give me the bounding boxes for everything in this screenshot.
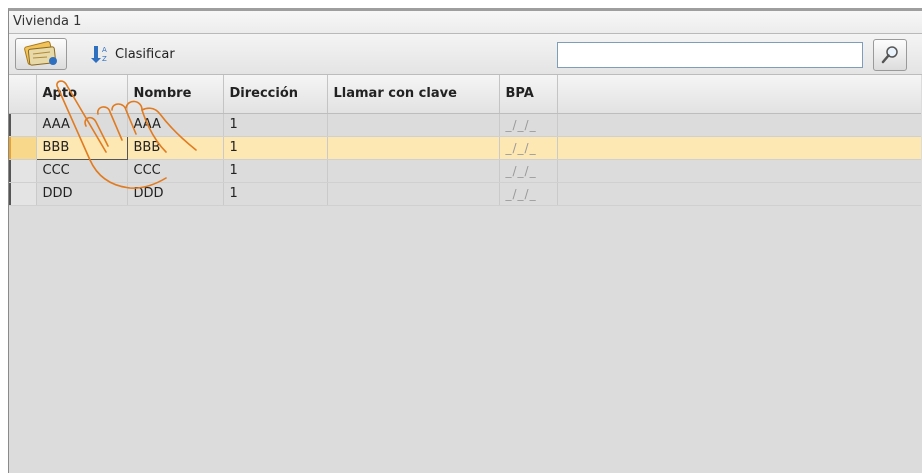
residence-panel: Vivienda 1 A Z Clasificar Apto Nombre Di…	[8, 8, 922, 473]
magnifier-icon	[881, 46, 898, 64]
column-header-direccion[interactable]: Dirección	[223, 75, 328, 114]
row-selector[interactable]	[9, 182, 37, 206]
cell-nombre[interactable]: CCC	[127, 159, 224, 183]
column-header-nombre[interactable]: Nombre	[127, 75, 224, 114]
cell-llamar-con-clave[interactable]	[327, 182, 500, 206]
svg-text:Z: Z	[102, 55, 107, 63]
cell-bpa[interactable]: _/_/_	[499, 136, 558, 160]
row-selector[interactable]	[9, 113, 37, 137]
cell-direccion[interactable]: 1	[223, 113, 328, 137]
residents-table: Apto Nombre Dirección Llamar con clave B…	[9, 75, 921, 206]
sort-az-icon: A Z	[91, 46, 107, 63]
cell-llamar-con-clave[interactable]	[327, 113, 500, 137]
cell-apto[interactable]: CCC	[36, 159, 128, 183]
column-header-filler	[557, 75, 921, 114]
cell-direccion[interactable]: 1	[223, 159, 328, 183]
column-header-llamar-con-clave[interactable]: Llamar con clave	[327, 75, 500, 114]
cell-direccion[interactable]: 1	[223, 136, 328, 160]
cell-direccion[interactable]: 1	[223, 182, 328, 206]
sort-label: Clasificar	[115, 46, 175, 62]
new-record-icon	[24, 41, 57, 66]
table-row[interactable]: CCC CCC 1 _/_/_	[9, 159, 921, 183]
cell-filler	[557, 136, 921, 160]
cell-llamar-con-clave[interactable]	[327, 136, 500, 160]
cell-llamar-con-clave[interactable]	[327, 159, 500, 183]
cell-apto[interactable]: AAA	[36, 113, 128, 137]
search-input[interactable]	[557, 42, 863, 68]
cell-nombre[interactable]: AAA	[127, 113, 224, 137]
panel-title: Vivienda 1	[9, 11, 922, 34]
cell-nombre[interactable]: DDD	[127, 182, 224, 206]
cell-filler	[557, 159, 921, 183]
row-header-corner	[9, 75, 37, 114]
cell-filler	[557, 182, 921, 206]
cell-bpa[interactable]: _/_/_	[499, 182, 558, 206]
table-row[interactable]: DDD DDD 1 _/_/_	[9, 182, 921, 206]
toolbar: A Z Clasificar	[9, 34, 922, 75]
cell-bpa[interactable]: _/_/_	[499, 113, 558, 137]
new-record-button[interactable]	[15, 38, 67, 70]
search-button[interactable]	[873, 39, 907, 71]
column-header-bpa[interactable]: BPA	[499, 75, 558, 114]
cell-bpa[interactable]: _/_/_	[499, 159, 558, 183]
cell-apto[interactable]: BBB	[35, 135, 128, 160]
residents-grid: Apto Nombre Dirección Llamar con clave B…	[9, 75, 922, 473]
svg-text:A: A	[102, 46, 107, 54]
column-header-apto[interactable]: Apto	[36, 75, 128, 114]
sort-button[interactable]: A Z Clasificar	[89, 42, 175, 66]
cell-nombre[interactable]: BBB	[127, 136, 224, 160]
cell-apto[interactable]: DDD	[36, 182, 128, 206]
table-row[interactable]: AAA AAA 1 _/_/_	[9, 113, 921, 137]
table-row-selected[interactable]: BBB BBB 1 _/_/_	[9, 135, 921, 160]
cell-filler	[557, 113, 921, 137]
row-selector[interactable]	[9, 159, 37, 183]
table-header-row: Apto Nombre Dirección Llamar con clave B…	[9, 75, 921, 114]
row-selector[interactable]	[9, 136, 37, 160]
